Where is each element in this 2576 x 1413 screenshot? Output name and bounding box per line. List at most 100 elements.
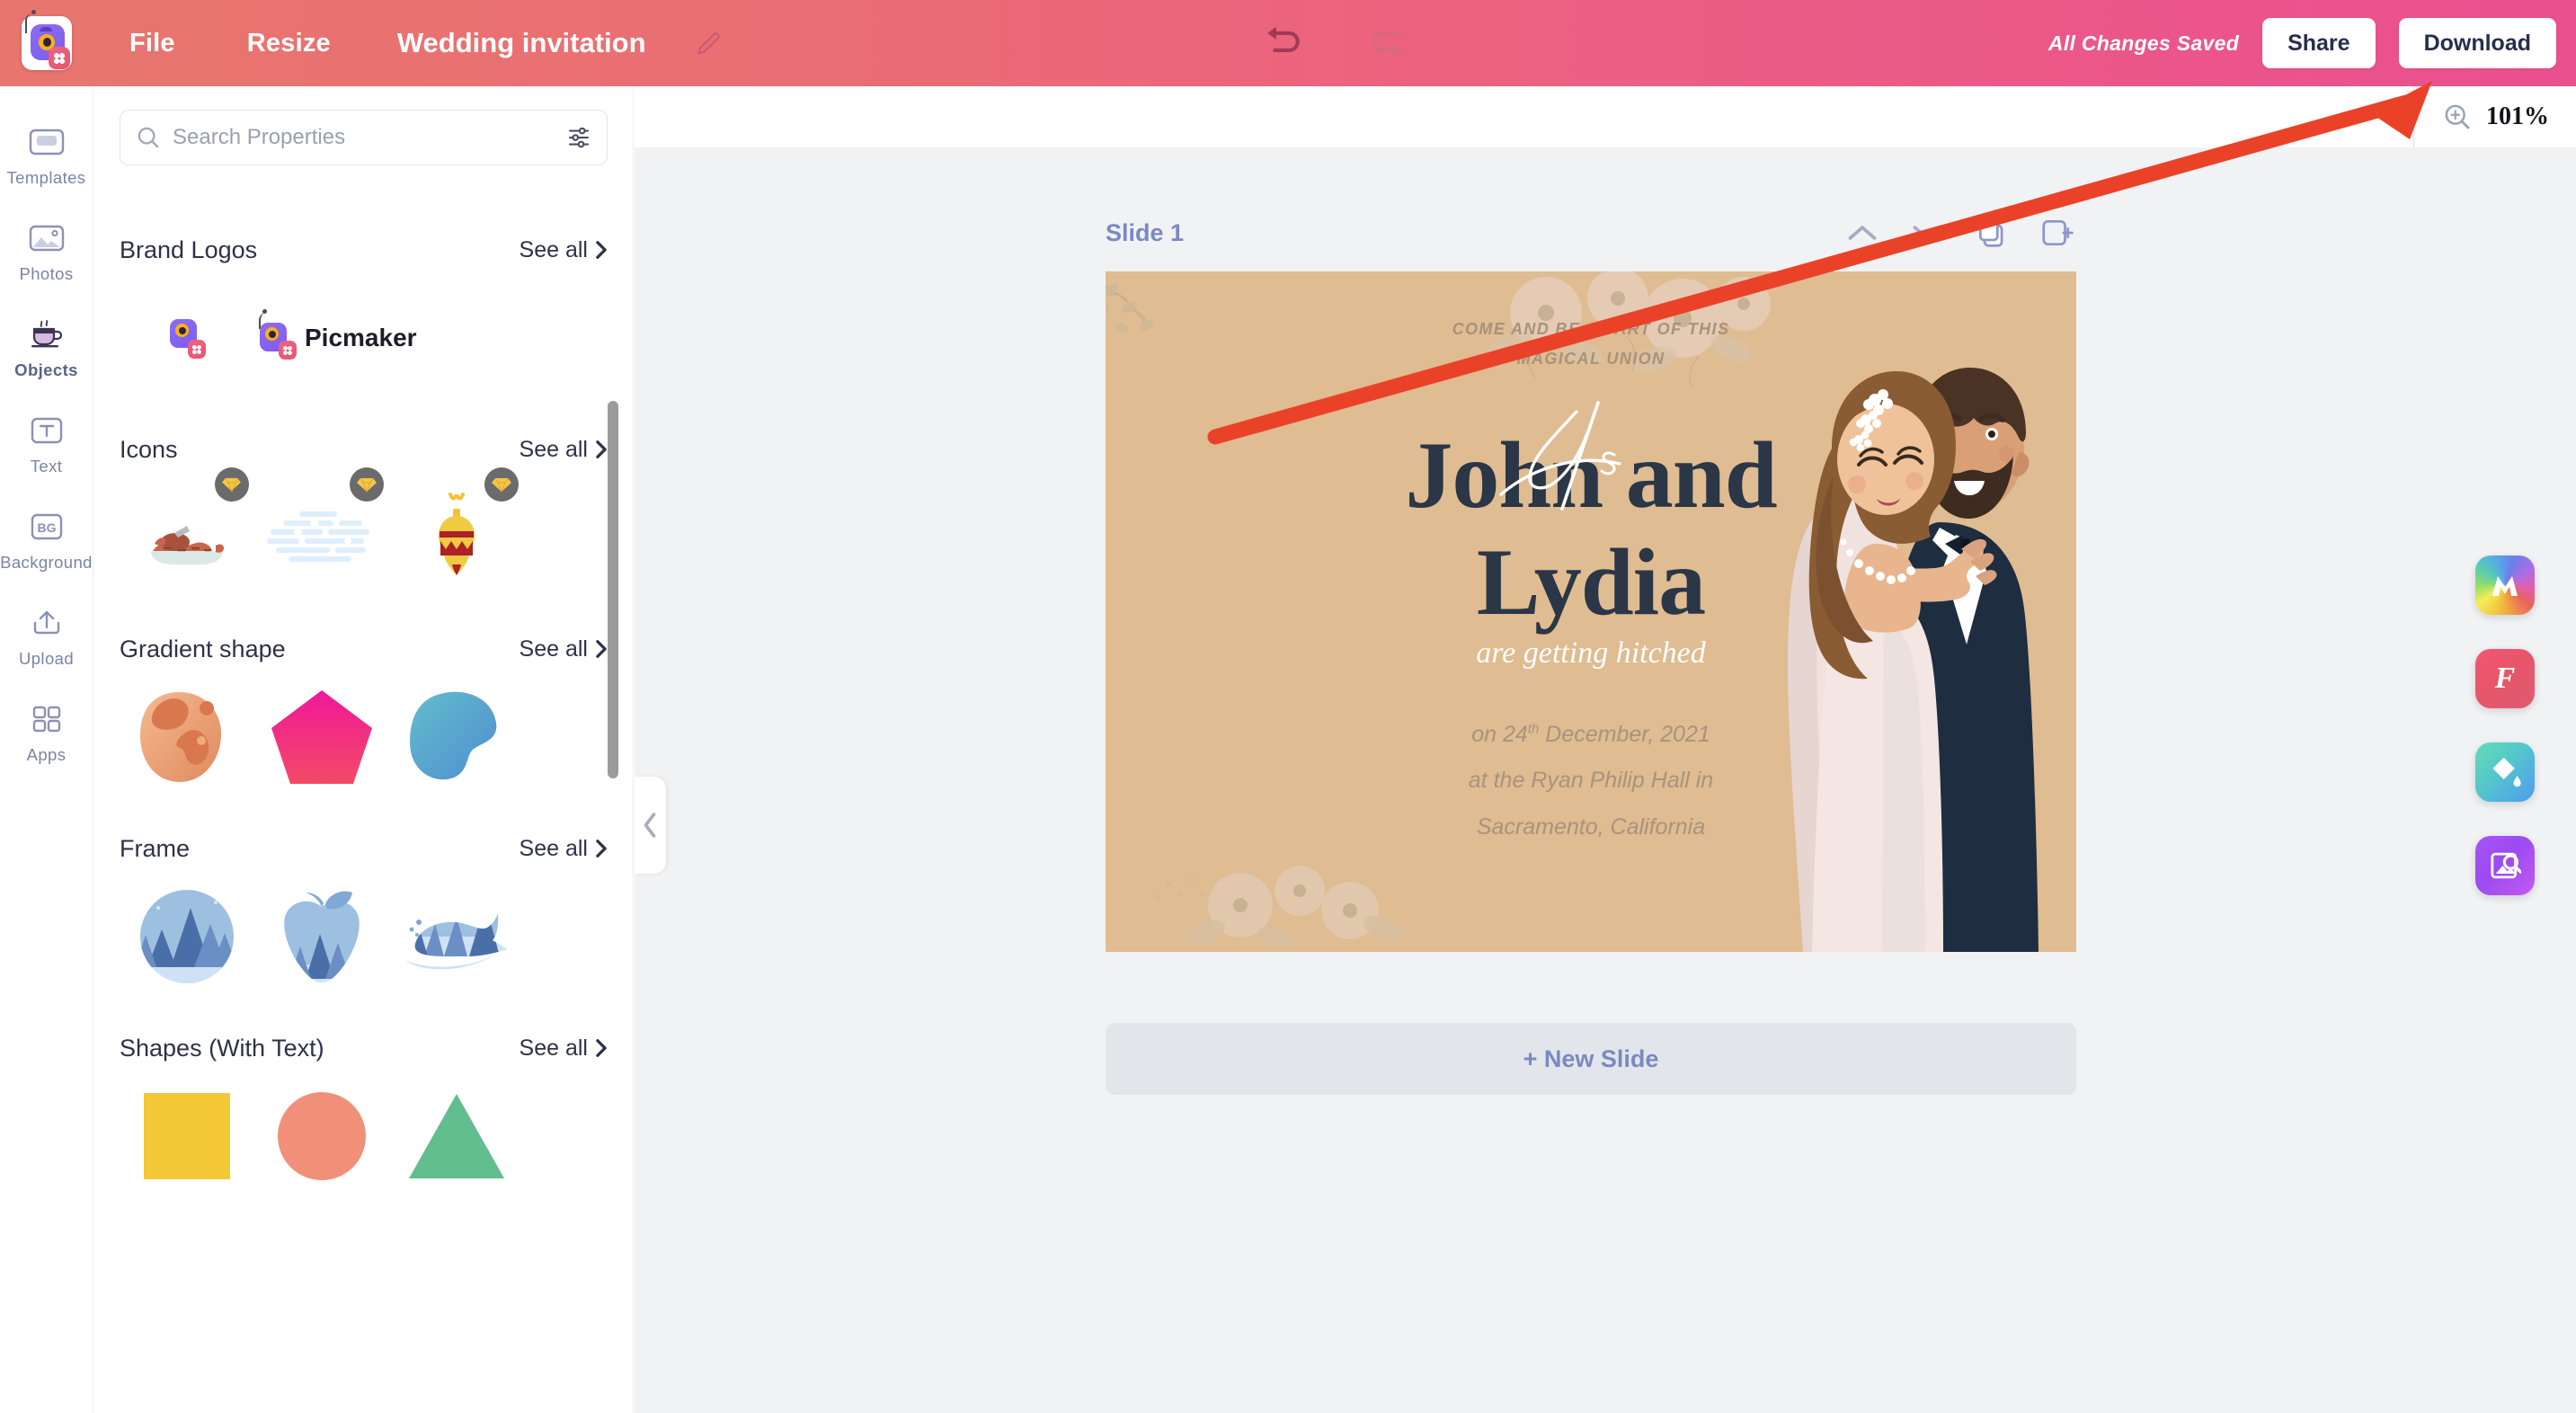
see-all-label: See all — [519, 236, 588, 262]
pro-badge — [215, 467, 249, 502]
brand-logo-wordmark: Picmaker — [305, 324, 417, 351]
sidebar-item-background-label: Background — [0, 553, 93, 572]
chevron-right-icon — [596, 840, 607, 858]
fonts-app-button[interactable]: F — [2475, 649, 2535, 708]
photos-icon — [27, 220, 67, 256]
sidebar-item-photos-label: Photos — [19, 264, 74, 283]
share-button-label: Share — [2287, 30, 2350, 56]
redo-button[interactable] — [1357, 15, 1413, 71]
add-page-icon — [2042, 219, 2074, 246]
move-slide-down-button[interactable] — [1907, 213, 1947, 253]
section-frame: Frame See all — [94, 823, 633, 1000]
section-gradient-shape: Gradient shape See all — [94, 624, 633, 800]
brand-logo-tiles: Picmaker — [120, 275, 608, 401]
chevron-right-icon — [596, 640, 607, 658]
new-slide-button[interactable]: + New Slide — [1106, 1023, 2076, 1095]
background-icon: BG — [27, 509, 67, 545]
frame-apple-forest[interactable] — [254, 874, 389, 1000]
search-row — [94, 86, 633, 165]
panel-scroll-area[interactable]: Brand Logos See all Picmaker Icons See a… — [94, 201, 633, 1413]
shape-circle-salmon[interactable] — [254, 1073, 389, 1199]
icon-roast-dish[interactable] — [120, 467, 254, 600]
sidebar-item-text-label: Text — [30, 457, 63, 475]
invitation-date-ordinal: th — [1527, 721, 1540, 737]
brand-logo-mark[interactable] — [120, 275, 254, 401]
icon-snow-clouds[interactable] — [254, 467, 389, 600]
icon-christmas-bauble[interactable] — [389, 467, 524, 600]
menu-resize-label: Resize — [246, 28, 331, 58]
gradient-blob-blue[interactable] — [389, 674, 524, 800]
sidebar-item-background[interactable]: BG Background — [0, 509, 93, 573]
menu-file[interactable]: File — [93, 0, 211, 86]
brand-logo-full[interactable]: Picmaker — [254, 275, 488, 401]
filter-sliders-icon[interactable] — [565, 124, 592, 151]
shape-triangle-green[interactable] — [389, 1073, 524, 1199]
section-brand-logos-header: Brand Logos See all — [120, 225, 608, 275]
section-brand-logos-see-all[interactable]: See all — [520, 237, 608, 263]
see-all-label: See all — [519, 436, 588, 462]
pro-badge — [484, 467, 519, 502]
see-all-label: See all — [519, 635, 588, 662]
section-shapes-with-text-see-all[interactable]: See all — [520, 1035, 608, 1062]
section-shapes-with-text-header: Shapes (With Text) See all — [120, 1023, 608, 1073]
text-icon — [27, 413, 67, 449]
sidebar-item-photos[interactable]: Photos — [0, 220, 93, 284]
sidebar-item-apps[interactable]: Apps — [0, 701, 93, 765]
slide-tools — [1843, 213, 2076, 253]
download-button[interactable]: Download — [2398, 18, 2556, 68]
share-button[interactable]: Share — [2262, 18, 2376, 68]
section-gradient-shape-header: Gradient shape See all — [120, 624, 608, 674]
frame-apple-forest-icon — [284, 891, 360, 982]
section-frame-see-all[interactable]: See all — [520, 836, 608, 862]
gradient-blob-blue-icon — [410, 691, 497, 780]
menu-resize[interactable]: Resize — [211, 0, 367, 86]
frame-whale-forest[interactable] — [389, 874, 524, 1000]
add-slide-button[interactable] — [2037, 213, 2076, 253]
gradient-blob-orange[interactable] — [120, 674, 254, 800]
section-icons-see-all[interactable]: See all — [520, 437, 608, 463]
download-button-label: Download — [2423, 30, 2531, 56]
section-gradient-shape-see-all[interactable]: See all — [520, 636, 608, 662]
move-slide-up-button[interactable] — [1843, 213, 1882, 253]
sidebar-item-upload[interactable]: Upload — [0, 605, 93, 669]
frame-tiles — [120, 874, 608, 1000]
panel-scrollbar-track[interactable] — [608, 201, 626, 1413]
search-input[interactable] — [173, 125, 555, 150]
frame-circle-forest[interactable] — [120, 874, 254, 1000]
section-frame-title: Frame — [120, 834, 191, 862]
section-shapes-with-text: Shapes (With Text) See all — [94, 1023, 633, 1199]
sidebar-item-apps-label: Apps — [26, 745, 67, 764]
diamond-icon — [357, 477, 377, 493]
sidebar-item-objects-label: Objects — [14, 360, 78, 379]
panel-scrollbar-thumb[interactable] — [608, 401, 618, 778]
collapse-panel-button[interactable] — [634, 777, 666, 874]
section-brand-logos: Brand Logos See all Picmaker — [94, 225, 633, 401]
sidebar-item-templates-label: Templates — [6, 168, 86, 187]
search-box[interactable] — [120, 110, 608, 165]
document-title[interactable]: Wedding invitation — [367, 0, 677, 86]
document-title-text: Wedding invitation — [396, 27, 646, 58]
section-brand-logos-title: Brand Logos — [120, 236, 258, 263]
slide-canvas[interactable]: COME AND BE A PART OF THIS MAGICAL UNION… — [1106, 271, 2076, 952]
magic-resize-app-button[interactable] — [2475, 555, 2535, 615]
sidebar-item-templates[interactable]: Templates — [0, 124, 93, 188]
triangle-shape-icon — [409, 1094, 504, 1178]
properties-panel: Brand Logos See all — [94, 86, 634, 1413]
image-search-icon — [2491, 852, 2521, 879]
undo-button[interactable] — [1258, 15, 1314, 71]
sidebar-item-text[interactable]: Text — [0, 413, 93, 476]
shape-square-yellow[interactable] — [120, 1073, 254, 1199]
zoom-control[interactable]: 101% — [2413, 86, 2549, 147]
rename-document-button[interactable] — [677, 0, 742, 86]
sidebar-item-objects[interactable]: Objects — [0, 316, 93, 380]
section-frame-header: Frame See all — [120, 823, 608, 874]
app-logo[interactable] — [0, 0, 93, 86]
undo-icon — [1267, 26, 1300, 53]
paint-bucket-icon — [2492, 757, 2521, 787]
image-search-app-button[interactable] — [2475, 836, 2535, 895]
duplicate-slide-button[interactable] — [1972, 213, 2012, 253]
color-fill-app-button[interactable] — [2475, 742, 2535, 802]
apps-grid-icon — [27, 701, 67, 737]
script-f-icon: F — [2494, 662, 2516, 695]
gradient-pentagon-pink[interactable] — [254, 674, 389, 800]
